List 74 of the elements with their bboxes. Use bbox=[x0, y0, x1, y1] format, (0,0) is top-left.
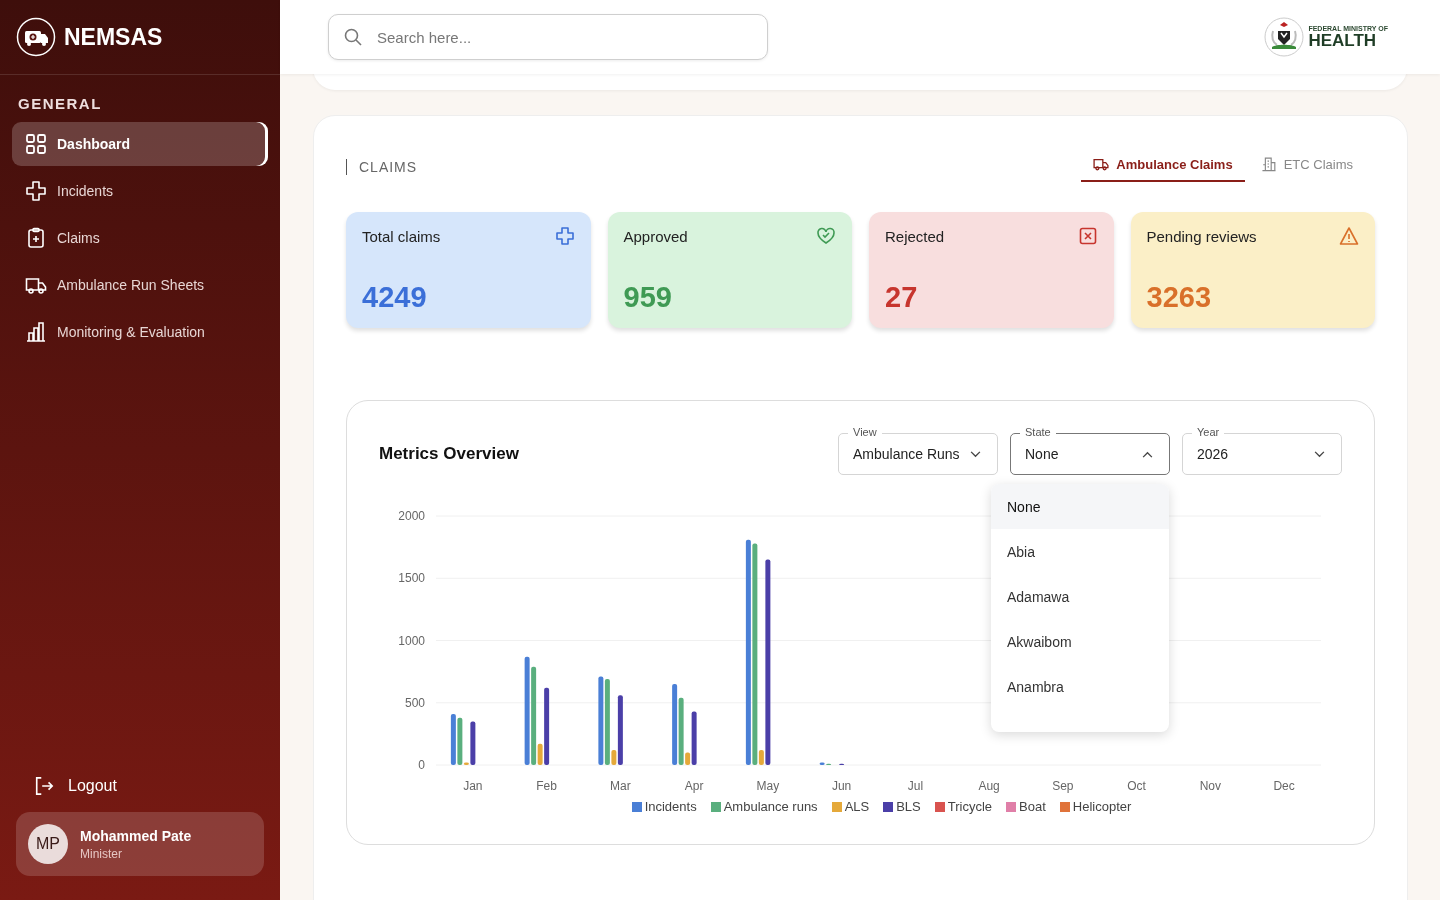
axis-label: Jun bbox=[831, 779, 852, 793]
dropdown-option[interactable]: Adamawa bbox=[991, 574, 1169, 619]
chevron-icon bbox=[1314, 450, 1325, 458]
sidebar-item[interactable]: Incidents bbox=[12, 169, 268, 213]
section-title: CLAIMS bbox=[346, 159, 418, 175]
bar-chart-icon bbox=[25, 321, 47, 343]
legend-label: BLS bbox=[896, 799, 921, 814]
search-field[interactable]: Search here... bbox=[328, 14, 768, 60]
stat-label: Pending reviews bbox=[1146, 227, 1257, 245]
tab[interactable]: Ambulance Claims bbox=[1081, 152, 1245, 182]
axis-label: May bbox=[756, 779, 780, 793]
select-value: None bbox=[1025, 446, 1059, 462]
legend-label: Ambulance runs bbox=[723, 799, 818, 814]
axis-label: 2000 bbox=[398, 509, 425, 523]
sidebar-item[interactable]: Ambulance Run Sheets bbox=[12, 263, 268, 307]
sidebar-item[interactable]: Dashboard bbox=[12, 122, 268, 166]
axis-label: Mar bbox=[610, 779, 631, 793]
legend-label: Incidents bbox=[644, 799, 697, 814]
axis-label: Aug bbox=[978, 779, 1000, 793]
stat-value: 3263 bbox=[1146, 281, 1212, 314]
logout-link[interactable]: Logout bbox=[34, 776, 117, 796]
select-value: 2026 bbox=[1197, 446, 1229, 462]
legend-label: ALS bbox=[844, 799, 870, 814]
grid-icon bbox=[25, 133, 47, 155]
axis-label: Nov bbox=[1199, 779, 1222, 793]
chevron-icon bbox=[970, 450, 981, 458]
dropdown-option[interactable]: Abia bbox=[991, 529, 1169, 574]
axis-label: Jan bbox=[463, 779, 483, 793]
coat-of-arms-icon bbox=[1264, 17, 1305, 57]
legend-label: Helicopter bbox=[1072, 799, 1132, 814]
user-card[interactable]: MP Mohammed Pate Minister bbox=[16, 812, 264, 876]
stat-value: 27 bbox=[885, 281, 919, 314]
dropdown-option[interactable]: Anambra bbox=[991, 664, 1169, 709]
sidebar-item[interactable]: Monitoring & Evaluation bbox=[12, 310, 268, 354]
section-heading: GENERAL bbox=[18, 95, 103, 112]
ambulance-logo-icon bbox=[16, 17, 56, 57]
stat-value: 959 bbox=[623, 281, 673, 314]
user-role: Minister bbox=[80, 846, 123, 861]
axis-label: Oct bbox=[1127, 779, 1146, 793]
chevron-icon bbox=[1142, 450, 1153, 458]
building-icon bbox=[1260, 156, 1277, 172]
axis-label: Jul bbox=[907, 779, 924, 793]
stat-value: 4249 bbox=[362, 281, 428, 314]
warning-icon bbox=[1339, 226, 1359, 246]
stat-label: Rejected bbox=[885, 227, 945, 245]
axis-label: 1500 bbox=[398, 571, 425, 586]
stat-label: Total claims bbox=[362, 227, 441, 245]
heart-check-icon bbox=[816, 226, 836, 246]
axis-label: Feb bbox=[536, 779, 557, 793]
axis-label: Sep bbox=[1052, 779, 1074, 793]
sidebar-item[interactable]: Claims bbox=[12, 216, 268, 260]
axis-label: 1000 bbox=[398, 633, 425, 648]
user-name: Mohammed Pate bbox=[80, 827, 192, 844]
dropdown-option[interactable]: Akwaibom bbox=[991, 619, 1169, 664]
stat-label: Approved bbox=[623, 227, 688, 245]
select-value: Ambulance Runs bbox=[853, 446, 960, 462]
legend-label: Boat bbox=[1019, 799, 1046, 814]
cross-icon bbox=[554, 226, 575, 246]
search-icon bbox=[343, 27, 363, 47]
dropdown-option[interactable]: None bbox=[991, 484, 1169, 529]
axis-label: 0 bbox=[418, 758, 425, 772]
clipboard-plus-icon bbox=[25, 227, 47, 249]
close-icon bbox=[1077, 226, 1098, 246]
brand-name: NEMSAS bbox=[64, 23, 163, 51]
tab[interactable]: ETC Claims bbox=[1248, 152, 1365, 182]
metrics-title: Metrics Overview bbox=[379, 444, 519, 464]
logout-icon bbox=[34, 776, 54, 796]
axis-label: Dec bbox=[1273, 779, 1295, 793]
axis-label: 500 bbox=[404, 695, 425, 710]
legend-label: Tricycle bbox=[947, 799, 993, 814]
axis-label: Apr bbox=[684, 779, 704, 793]
user-avatar: MP bbox=[28, 824, 68, 864]
cross-icon bbox=[25, 180, 47, 202]
ministry-title: HEALTH bbox=[1308, 32, 1378, 49]
